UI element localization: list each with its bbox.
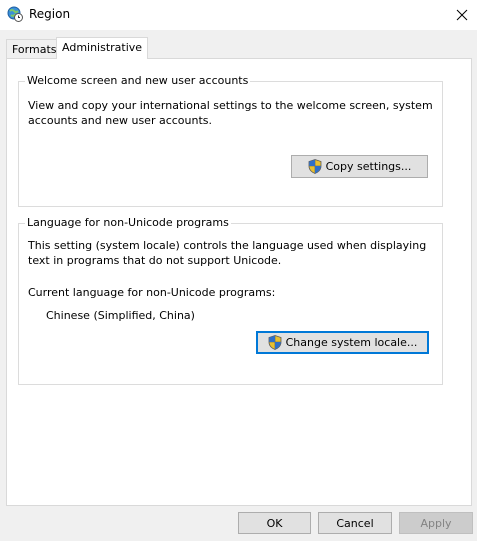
language-description-line1: This setting (system locale) controls th…: [28, 239, 427, 252]
close-button[interactable]: [447, 0, 477, 30]
copy-settings-button[interactable]: Copy settings...: [291, 155, 428, 178]
cancel-button[interactable]: Cancel: [318, 512, 392, 534]
welcome-description-line2: accounts and new user accounts.: [28, 114, 213, 127]
ok-button[interactable]: OK: [238, 512, 311, 534]
copy-settings-label: Copy settings...: [325, 160, 412, 173]
language-description-line2: text in programs that do not support Uni…: [28, 254, 282, 267]
language-group-legend: Language for non-Unicode programs: [25, 216, 231, 230]
tab-formats[interactable]: Formats: [6, 39, 63, 59]
welcome-group-legend: Welcome screen and new user accounts: [25, 74, 251, 88]
uac-shield-icon: [308, 159, 322, 174]
close-icon: [456, 9, 468, 21]
non-unicode-language-group: Language for non-Unicode programs This s…: [18, 216, 443, 385]
change-system-locale-label: Change system locale...: [285, 336, 418, 349]
title-bar: Region: [0, 0, 477, 30]
globe-clock-icon: [7, 6, 23, 22]
current-language-label: Current language for non-Unicode program…: [28, 286, 276, 299]
welcome-description-line1: View and copy your international setting…: [28, 99, 433, 112]
uac-shield-icon: [268, 335, 282, 350]
current-language-value: Chinese (Simplified, China): [46, 309, 195, 322]
welcome-screen-group: Welcome screen and new user accounts Vie…: [18, 74, 443, 207]
change-system-locale-button[interactable]: Change system locale...: [256, 331, 429, 354]
apply-button[interactable]: Apply: [399, 512, 473, 534]
window-title: Region: [29, 7, 71, 21]
administrative-panel: Welcome screen and new user accounts Vie…: [6, 58, 472, 506]
tab-administrative[interactable]: Administrative: [56, 37, 149, 59]
region-dialog: Region Formats Administrative Welcome sc…: [0, 0, 477, 541]
